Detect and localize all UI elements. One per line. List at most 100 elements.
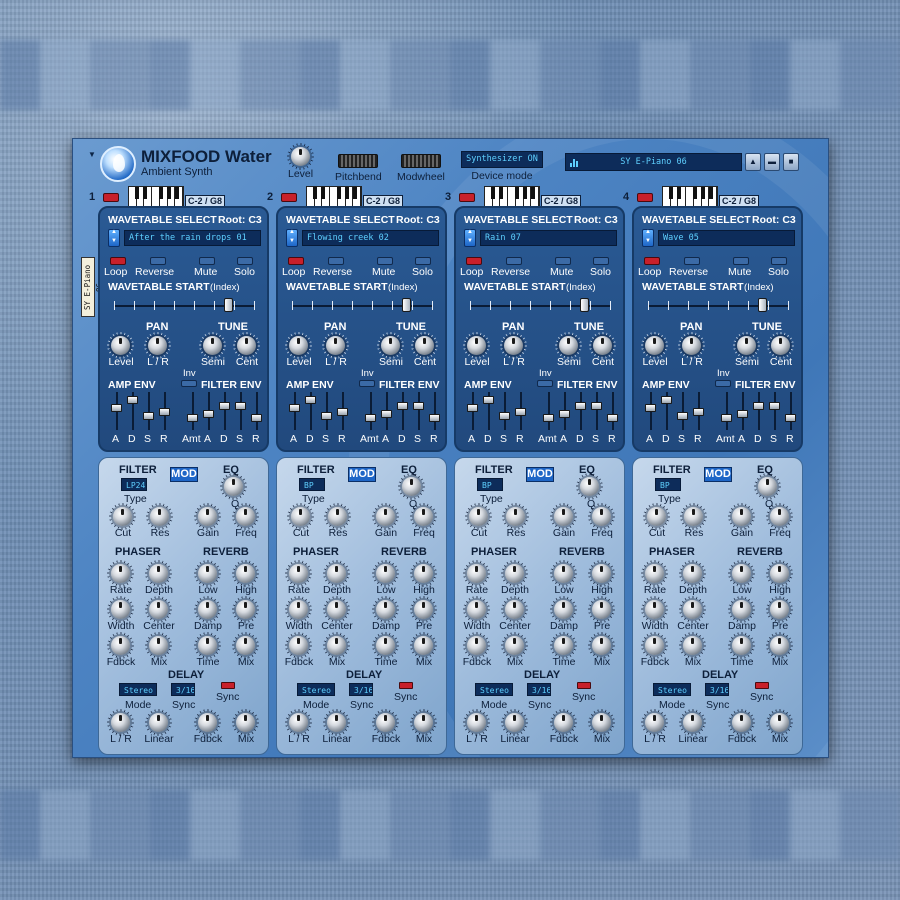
eq-q-knob[interactable] — [402, 477, 421, 496]
high-knob[interactable] — [236, 564, 255, 583]
center-knob[interactable] — [327, 600, 346, 619]
filter-env-amt-fader[interactable] — [721, 414, 732, 422]
pre-knob[interactable] — [770, 600, 789, 619]
loop-toggle[interactable] — [110, 257, 126, 265]
loop-toggle[interactable] — [644, 257, 660, 265]
filter-env-s-fader[interactable] — [591, 402, 602, 410]
amp-env-d-fader[interactable] — [483, 396, 494, 404]
depth-knob[interactable] — [683, 564, 702, 583]
filter-env-s-fader[interactable] — [769, 402, 780, 410]
amp-env-r-fader[interactable] — [337, 408, 348, 416]
mix-knob[interactable] — [770, 713, 789, 732]
amp-env-s-fader[interactable] — [677, 412, 688, 420]
depth-knob[interactable] — [505, 564, 524, 583]
center-knob[interactable] — [505, 600, 524, 619]
amp-env-d-fader[interactable] — [305, 396, 316, 404]
damp-knob[interactable] — [376, 600, 395, 619]
low-knob[interactable] — [554, 564, 573, 583]
pan-knob[interactable] — [148, 336, 167, 355]
cent-knob[interactable] — [237, 336, 256, 355]
fdbck-knob[interactable] — [198, 713, 217, 732]
high-knob[interactable] — [770, 564, 789, 583]
res-knob[interactable] — [684, 507, 703, 526]
mix-knob[interactable] — [592, 636, 611, 655]
delay-sync-toggle[interactable] — [221, 682, 235, 689]
preset-name-display[interactable]: SY E-Piano 06 — [565, 153, 742, 171]
semi-knob[interactable] — [559, 336, 578, 355]
pitchbend-wheel[interactable] — [338, 154, 379, 168]
solo-toggle[interactable] — [771, 257, 787, 265]
amp-env-r-fader[interactable] — [159, 408, 170, 416]
low-knob[interactable] — [198, 564, 217, 583]
save-icon[interactable]: ■ — [783, 153, 799, 171]
wavetable-start-track[interactable] — [648, 305, 788, 307]
mix-knob[interactable] — [770, 636, 789, 655]
mix-knob[interactable] — [505, 636, 524, 655]
damp-knob[interactable] — [554, 600, 573, 619]
delay-sync-display[interactable]: 3/16 — [705, 683, 729, 696]
filter-env-a-fader[interactable] — [381, 410, 392, 418]
mute-toggle[interactable] — [733, 257, 749, 265]
filter-env-a-fader[interactable] — [559, 410, 570, 418]
mod-button[interactable]: MOD — [170, 467, 198, 482]
level-knob[interactable] — [645, 336, 664, 355]
freq-knob[interactable] — [414, 507, 433, 526]
solo-toggle[interactable] — [237, 257, 253, 265]
amp-env-a-fader[interactable] — [645, 404, 656, 412]
filter-env-r-fader[interactable] — [251, 414, 262, 422]
reverse-toggle[interactable] — [684, 257, 700, 265]
wavetable-start-slider[interactable] — [580, 298, 589, 312]
delay-mode-display[interactable]: Stereo — [297, 683, 335, 696]
time-knob[interactable] — [554, 636, 573, 655]
wavetable-start-slider[interactable] — [224, 298, 233, 312]
mix-knob[interactable] — [414, 713, 433, 732]
linear-knob[interactable] — [149, 713, 168, 732]
channel-enable-led[interactable] — [281, 193, 297, 202]
res-knob[interactable] — [150, 507, 169, 526]
wavetable-spinner[interactable] — [286, 229, 298, 247]
loop-toggle[interactable] — [466, 257, 482, 265]
wavetable-start-slider[interactable] — [402, 298, 411, 312]
mute-toggle[interactable] — [555, 257, 571, 265]
cut-knob[interactable] — [647, 507, 666, 526]
mix-knob[interactable] — [414, 636, 433, 655]
linear-knob[interactable] — [327, 713, 346, 732]
lr-knob[interactable] — [289, 713, 308, 732]
wavetable-start-track[interactable] — [292, 305, 432, 307]
gain-knob[interactable] — [198, 507, 217, 526]
cut-knob[interactable] — [469, 507, 488, 526]
center-knob[interactable] — [149, 600, 168, 619]
channel-enable-led[interactable] — [459, 193, 475, 202]
reverse-toggle[interactable] — [506, 257, 522, 265]
collapse-arrow-icon[interactable]: ▼ — [88, 150, 96, 159]
rate-knob[interactable] — [289, 564, 308, 583]
res-knob[interactable] — [328, 507, 347, 526]
pan-knob[interactable] — [682, 336, 701, 355]
solo-toggle[interactable] — [593, 257, 609, 265]
preset-up-down-button[interactable]: ▲ — [745, 153, 761, 171]
time-knob[interactable] — [376, 636, 395, 655]
preset-browser[interactable]: SY E-Piano 06 — [565, 153, 742, 171]
fdbck-knob[interactable] — [111, 636, 130, 655]
semi-knob[interactable] — [381, 336, 400, 355]
wavetable-start-track[interactable] — [470, 305, 610, 307]
amp-env-d-fader[interactable] — [661, 396, 672, 404]
cent-knob[interactable] — [415, 336, 434, 355]
loop-toggle[interactable] — [288, 257, 304, 265]
pan-knob[interactable] — [326, 336, 345, 355]
freq-knob[interactable] — [770, 507, 789, 526]
damp-knob[interactable] — [198, 600, 217, 619]
filter-env-s-fader[interactable] — [413, 402, 424, 410]
time-knob[interactable] — [198, 636, 217, 655]
amp-env-r-fader[interactable] — [515, 408, 526, 416]
filter-env-invert-toggle[interactable] — [537, 380, 553, 387]
wavetable-name-display[interactable]: After the rain drops 01 — [124, 230, 261, 246]
amp-env-a-fader[interactable] — [467, 404, 478, 412]
filter-env-r-fader[interactable] — [785, 414, 796, 422]
delay-mode-display[interactable]: Stereo — [119, 683, 157, 696]
filter-type-display[interactable]: BP — [655, 478, 681, 491]
rate-knob[interactable] — [111, 564, 130, 583]
pre-knob[interactable] — [592, 600, 611, 619]
amp-env-s-fader[interactable] — [143, 412, 154, 420]
fdbck-knob[interactable] — [732, 713, 751, 732]
